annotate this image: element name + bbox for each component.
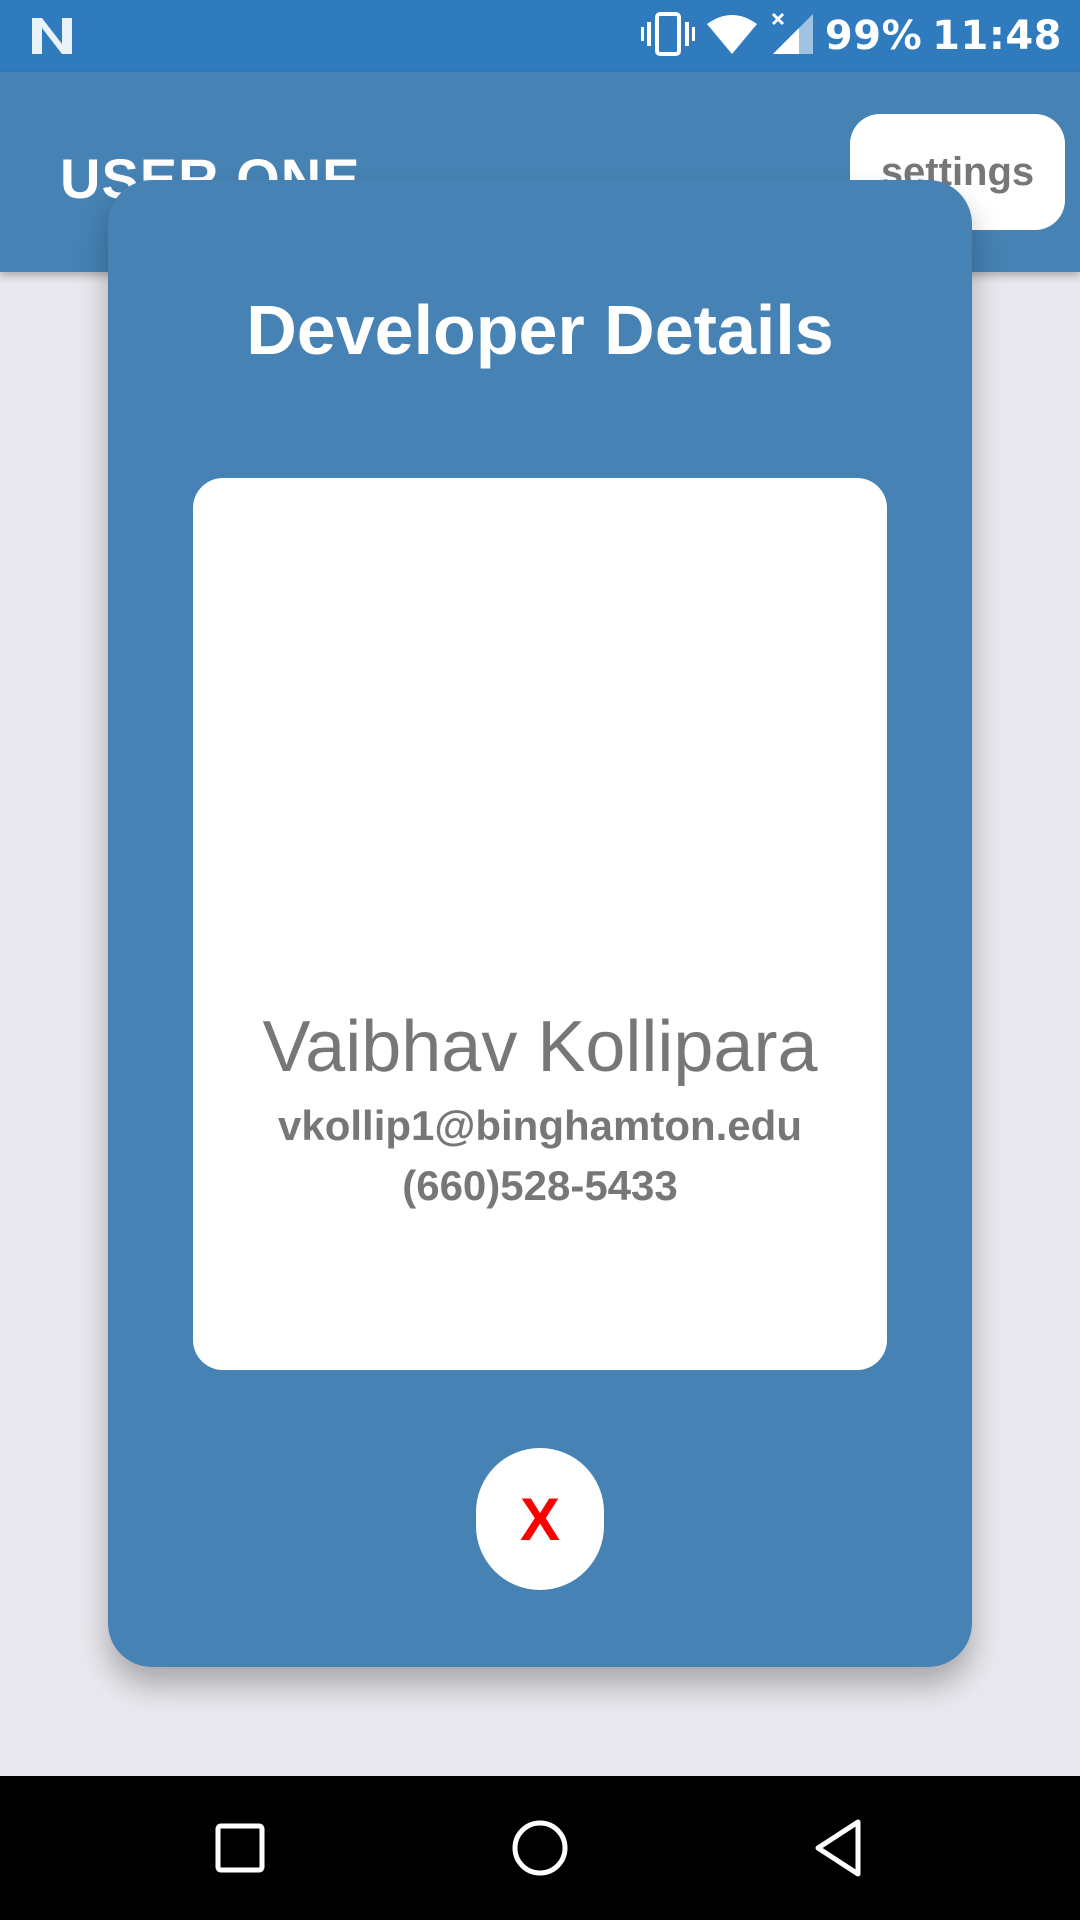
developer-details-dialog: Developer Details Vaibhav Kollipara vkol… (108, 180, 972, 1667)
developer-name: Vaibhav Kollipara (262, 1007, 818, 1087)
signal-icon (769, 12, 815, 61)
home-icon[interactable] (500, 1808, 580, 1888)
developer-phone: (660)528-5433 (402, 1162, 678, 1209)
status-bar: 99% 11:48 (0, 0, 1080, 72)
status-icons: 99% 11:48 (640, 0, 1062, 72)
navigation-bar (0, 1776, 1080, 1920)
developer-email: vkollip1@binghamton.edu (278, 1102, 802, 1149)
recents-icon[interactable] (200, 1808, 280, 1888)
developer-card: Vaibhav Kollipara vkollip1@binghamton.ed… (193, 478, 887, 1370)
close-button[interactable]: X (476, 1448, 604, 1590)
vibrate-icon (640, 11, 695, 61)
clock-text: 11:48 (932, 13, 1062, 59)
dialog-title: Developer Details (246, 291, 834, 369)
battery-text: 99% (824, 13, 923, 59)
notification-n-icon (30, 16, 74, 56)
back-icon[interactable] (800, 1808, 880, 1888)
wifi-icon (705, 12, 759, 61)
